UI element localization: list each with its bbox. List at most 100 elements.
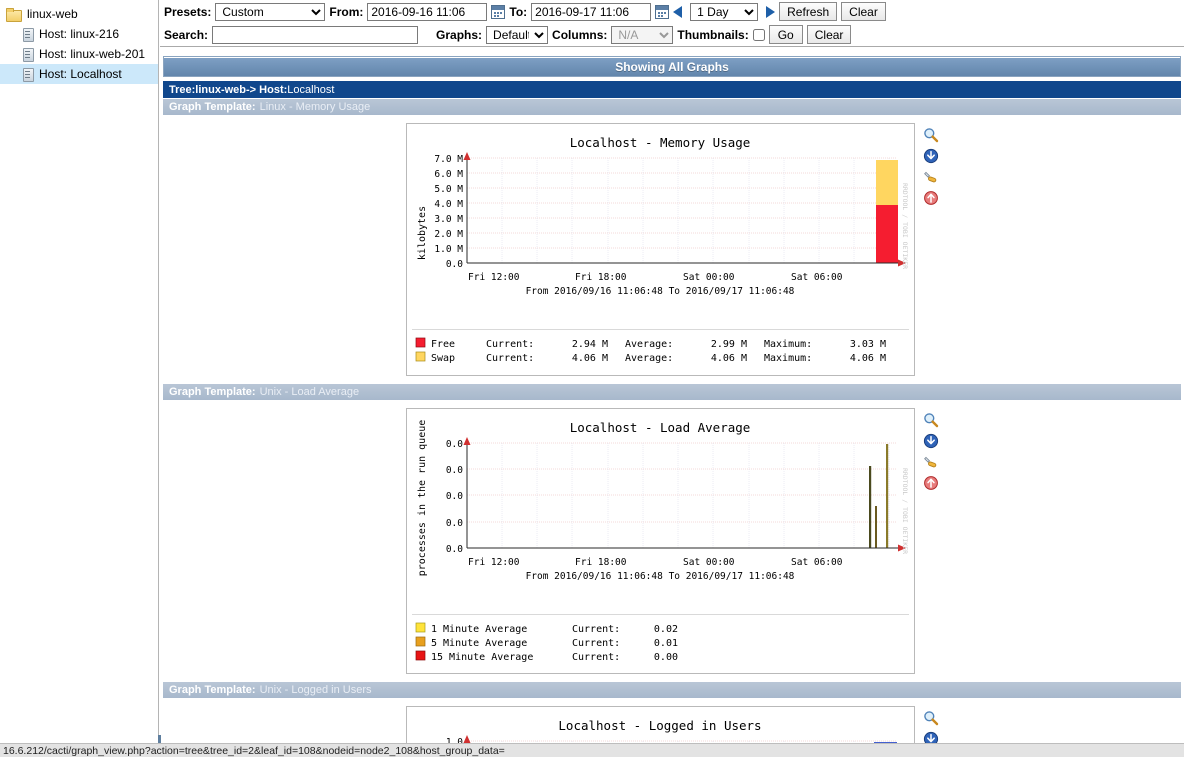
host-icon [22,47,34,62]
chart-subtitle: From 2016/09/16 11:06:48 To 2016/09/17 1… [525,286,794,297]
zoom-graph-icon[interactable] [923,127,939,143]
to-date-input[interactable] [531,2,652,21]
legend-free-current: 2.94 M [571,339,607,350]
rrdtool-watermark: RRDTOOL / TOBI OETIKER [901,468,909,554]
clear-filter-button[interactable]: Clear [806,25,852,44]
svg-text:4.0 M: 4.0 M [434,199,463,210]
legend-header-current: Current: [572,652,620,663]
thumbnails-label: Thumbnails: [677,27,749,42]
legend-header-maximum: Maximum: [764,339,812,350]
presets-label: Presets: [164,4,212,19]
sidebar-item-label: Host: linux-216 [39,27,120,41]
presets-select[interactable]: Custom [215,2,326,21]
legend-swatch-free [415,337,425,348]
text-cursor-artifact [158,735,161,743]
to-label: To: [509,4,528,19]
host-icon [22,67,34,82]
breadcrumb-tree-key: Tree: [169,83,196,96]
from-date-input[interactable] [367,2,488,21]
chart-title: Localhost - Memory Usage [569,135,750,150]
folder-icon [6,7,22,22]
svg-text:0.0: 0.0 [445,465,462,476]
graphs-per-page-select[interactable]: Default [486,25,549,44]
page-top-icon[interactable] [923,475,939,491]
svg-text:1.0 M: 1.0 M [434,244,463,255]
graph-actions-memory [923,123,939,206]
breadcrumb-host-key: Host: [259,83,288,96]
thumbnails-checkbox[interactable] [752,28,765,41]
graph-template-header-users: Graph Template: Unix - Logged in Users [163,681,1181,698]
search-input[interactable] [212,25,419,44]
svg-text:0.0: 0.0 [445,544,462,555]
legend-15min-current: 0.00 [653,652,677,663]
svg-text:2.0 M: 2.0 M [434,229,463,240]
zoom-graph-icon[interactable] [923,412,939,428]
legend-free-maximum: 3.03 M [849,339,885,350]
sidebar-item-host-localhost[interactable]: Host: Localhost [0,64,158,84]
sidebar-item-label: Host: linux-web-201 [39,47,146,61]
legend-swap-maximum: 4.06 M [849,353,885,364]
graph-template-key: Graph Template: [169,684,256,696]
clear-button[interactable]: Clear [841,2,886,21]
legend-label-free: Free [431,339,455,350]
legend-label-15min: 15 Minute Average [431,652,533,663]
legend-swap-average: 4.06 M [710,353,746,364]
legend-swatch-swap [415,351,425,362]
sidebar-item-linux-web[interactable]: linux-web [0,4,158,24]
chart-title: Localhost - Load Average [569,420,750,435]
csv-export-icon[interactable] [923,148,939,164]
graph-details-icon[interactable] [923,169,939,185]
status-bar-url: 16.6.212/cacti/graph_view.php?action=tre… [3,744,505,757]
svg-text:0.0: 0.0 [445,518,462,529]
search-label: Search: [164,27,209,42]
svg-text:Sat 00:00: Sat 00:00 [683,557,735,568]
sidebar-item-label: Host: Localhost [39,67,122,81]
graph-template-name: Unix - Load Average [259,386,360,398]
svg-text:Sat 06:00: Sat 06:00 [791,272,843,283]
host-icon [22,27,34,42]
cacti-graph-view-page: linux-web Host: linux-216 Host: linux-we… [0,0,1184,757]
graph-image-memory[interactable]: Localhost - Memory Usage kilobytes 7.0 M… [405,123,915,376]
chart-ylabel: processes in the run queue [417,420,428,577]
go-button[interactable]: Go [768,25,803,44]
chart-title: Localhost - Logged in Users [558,718,761,733]
calendar-icon[interactable] [655,4,670,19]
legend-swap-current: 4.06 M [571,353,607,364]
graph-template-name: Unix - Logged in Users [259,684,372,696]
graph-details-icon[interactable] [923,454,939,470]
graph-template-name: Linux - Memory Usage [259,101,371,113]
sidebar-item-host-linux-216[interactable]: Host: linux-216 [0,24,158,44]
svg-text:7.0 M: 7.0 M [434,154,463,165]
legend-label-5min: 5 Minute Average [431,638,527,649]
legend-header-current: Current: [572,638,620,649]
svg-text:6.0 M: 6.0 M [434,169,463,180]
svg-text:Fri 18:00: Fri 18:00 [575,557,627,568]
series-free-area [875,205,898,263]
legend-label-swap: Swap [431,353,455,364]
svg-text:5.0 M: 5.0 M [434,184,463,195]
legend-swatch-15min [415,650,425,661]
arrow-left-icon[interactable] [673,5,686,18]
csv-export-icon[interactable] [923,433,939,449]
columns-select[interactable]: N/A [611,25,674,44]
load-average-chart: Localhost - Load Average processes in th… [411,413,909,609]
zoom-graph-icon[interactable] [923,710,939,726]
graph-image-load[interactable]: Localhost - Load Average processes in th… [405,408,915,674]
series-swap-area [875,160,898,205]
calendar-icon[interactable] [491,4,506,19]
timespan-select[interactable]: 1 Day [690,2,759,21]
svg-text:0.0: 0.0 [445,439,462,450]
load-average-legend: 1 Minute Average Current: 0.02 5 Minute … [415,622,678,663]
memory-usage-chart: Localhost - Memory Usage kilobytes 7.0 M… [411,128,909,324]
refresh-button[interactable]: Refresh [779,2,838,21]
chart-subtitle: From 2016/09/16 11:06:48 To 2016/09/17 1… [525,571,794,582]
legend-free-average: 2.99 M [710,339,746,350]
svg-text:0.0: 0.0 [445,259,462,270]
graph-actions-load [923,408,939,491]
sidebar-item-host-linux-web-201[interactable]: Host: linux-web-201 [0,44,158,64]
arrow-right-icon[interactable] [762,5,776,18]
page-top-icon[interactable] [923,190,939,206]
svg-text:Fri 12:00: Fri 12:00 [468,272,520,283]
legend-header-current: Current: [572,624,620,635]
breadcrumb: Tree: linux-web-> Host: Localhost [163,81,1181,98]
